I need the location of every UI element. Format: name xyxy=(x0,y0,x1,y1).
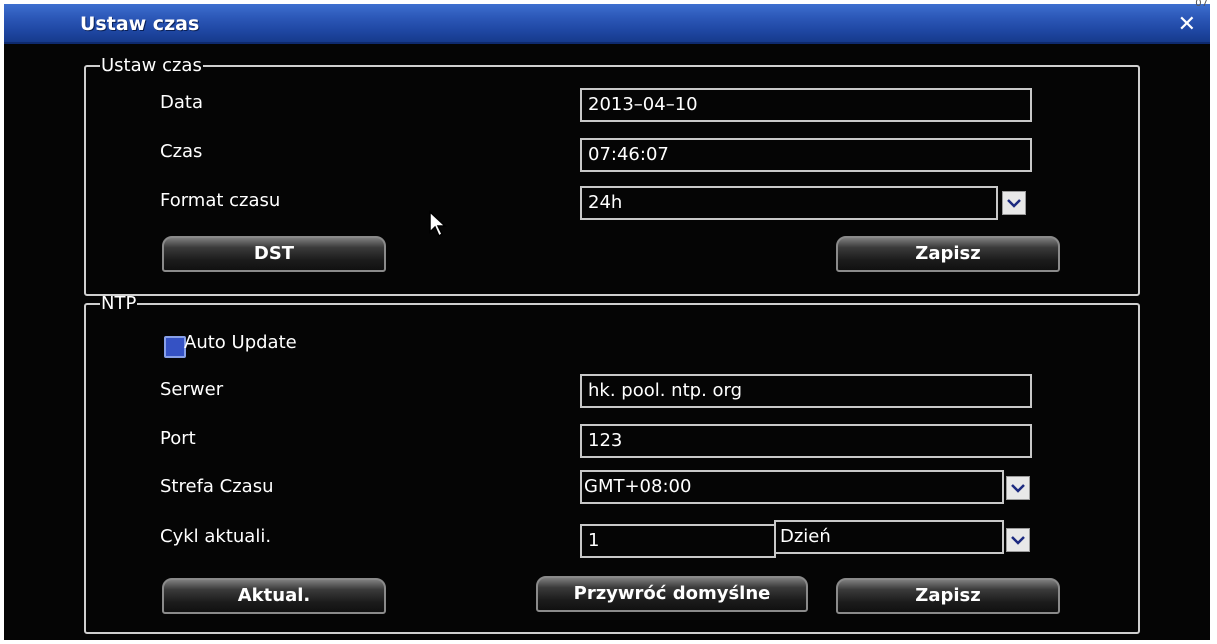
server-field[interactable]: hk. pool. ntp. org xyxy=(580,374,1032,408)
date-label: Data xyxy=(160,92,203,113)
save-time-button[interactable]: Zapisz xyxy=(836,236,1060,272)
title-bar: Ustaw czas ✕ 07 xyxy=(4,0,1210,44)
timezone-label: Strefa Czasu xyxy=(160,476,274,497)
ntp-group-legend: NTP xyxy=(101,293,137,314)
set-time-dialog: Ustaw czas ✕ 07 Ustaw czas Data 2013–04–… xyxy=(4,0,1210,640)
time-group-legend: Ustaw czas xyxy=(101,55,202,76)
time-format-label: Format czasu xyxy=(160,190,281,211)
time-field[interactable]: 07:46:07 xyxy=(580,138,1032,172)
chevron-down-icon[interactable] xyxy=(1006,476,1030,500)
window-title: Ustaw czas xyxy=(80,13,200,35)
restore-defaults-button[interactable]: Przywróć domyślne xyxy=(536,576,808,612)
timezone-select[interactable]: GMT+08:00 xyxy=(580,470,1004,504)
mouse-cursor-icon xyxy=(429,210,447,238)
update-cycle-label: Cykl aktuali. xyxy=(160,526,272,547)
date-field[interactable]: 2013–04–10 xyxy=(580,88,1032,122)
update-cycle-unit-select[interactable]: Dzień xyxy=(774,520,1004,554)
time-format-select[interactable]: 24h xyxy=(580,186,998,220)
auto-update-label: Auto Update xyxy=(184,332,297,353)
update-cycle-field[interactable]: 1 xyxy=(580,524,776,558)
close-icon[interactable]: ✕ xyxy=(1178,12,1196,37)
port-field[interactable]: 123 xyxy=(580,424,1032,458)
update-now-button[interactable]: Aktual. xyxy=(162,578,386,614)
dst-button[interactable]: DST xyxy=(162,236,386,272)
chevron-down-icon[interactable] xyxy=(1006,528,1030,552)
port-label: Port xyxy=(160,428,196,449)
chevron-down-icon[interactable] xyxy=(1002,191,1026,215)
time-label: Czas xyxy=(160,141,203,162)
auto-update-checkbox[interactable] xyxy=(164,336,186,358)
corner-mark: 07 xyxy=(1195,0,1208,9)
server-label: Serwer xyxy=(160,379,224,400)
save-ntp-button[interactable]: Zapisz xyxy=(836,578,1060,614)
